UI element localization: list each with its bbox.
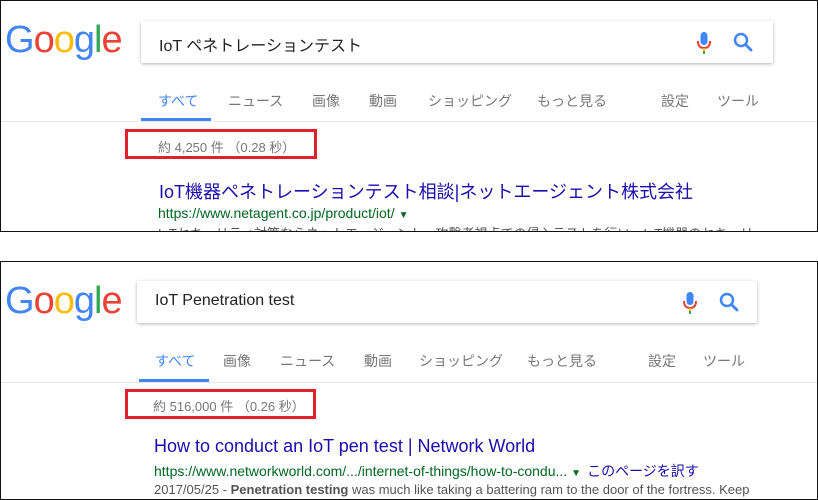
tab-images[interactable]: 画像 bbox=[223, 351, 251, 371]
tab-all[interactable]: すべて bbox=[158, 91, 198, 111]
logo-letter: G bbox=[5, 280, 35, 322]
logo-letter: o bbox=[53, 19, 75, 61]
snippet-text: was much like taking a battering ram to … bbox=[348, 482, 750, 497]
search-icon[interactable] bbox=[733, 32, 753, 52]
logo-letter: G bbox=[5, 19, 35, 61]
google-logo[interactable]: Google bbox=[5, 280, 123, 323]
tab-settings[interactable]: 設定 bbox=[661, 91, 689, 111]
result-url: https://www.netagent.co.jp/product/iot/ bbox=[158, 205, 395, 221]
logo-letter: l bbox=[93, 280, 103, 322]
logo-letter: l bbox=[93, 19, 103, 61]
logo-letter: g bbox=[73, 280, 95, 322]
result-date: 2017/05/25 bbox=[154, 482, 220, 497]
microphone-icon[interactable] bbox=[683, 292, 697, 314]
tab-shopping[interactable]: ショッピング bbox=[419, 351, 503, 371]
tab-more[interactable]: もっと見る bbox=[537, 91, 607, 111]
result-title-link[interactable]: How to conduct an IoT pen test | Network… bbox=[154, 436, 535, 457]
logo-letter: e bbox=[101, 280, 122, 322]
caret-down-icon[interactable]: ▼ bbox=[571, 468, 581, 479]
search-results-panel-japanese: Google IoT ペネトレーションテスト すべて ニュース 画像 動画 ショ… bbox=[0, 0, 818, 232]
result-snippet: IoTセキュリティ対策ならネットエージェント。攻撃者視点での侵入テストを行い、I… bbox=[158, 223, 753, 231]
highlight-box bbox=[125, 389, 316, 419]
result-snippet: 2017/05/25 - Penetration testing was muc… bbox=[154, 482, 750, 497]
tab-images[interactable]: 画像 bbox=[312, 91, 340, 111]
result-title-link[interactable]: IoT機器ペネトレーションテスト相談|ネットエージェント株式会社 bbox=[159, 178, 693, 204]
logo-letter: g bbox=[73, 19, 95, 61]
search-input[interactable]: IoT Penetration test bbox=[155, 292, 294, 310]
translate-link[interactable]: このページを訳す bbox=[587, 463, 699, 479]
result-url-line: https://www.networkworld.com/.../interne… bbox=[154, 461, 699, 481]
tab-tools[interactable]: ツール bbox=[703, 351, 745, 371]
tab-videos[interactable]: 動画 bbox=[369, 91, 397, 111]
logo-letter: o bbox=[33, 280, 55, 322]
highlight-box bbox=[125, 129, 317, 159]
tab-videos[interactable]: 動画 bbox=[364, 351, 392, 371]
snippet-bold: Penetration testing bbox=[230, 482, 349, 497]
search-box[interactable]: IoT Penetration test bbox=[137, 281, 757, 323]
google-logo[interactable]: Google bbox=[5, 19, 123, 62]
tab-news[interactable]: ニュース bbox=[228, 91, 283, 111]
tab-tools[interactable]: ツール bbox=[717, 91, 759, 111]
tab-news[interactable]: ニュース bbox=[280, 351, 335, 371]
result-url-line: https://www.netagent.co.jp/product/iot/ ▼ bbox=[158, 205, 408, 221]
microphone-icon[interactable] bbox=[697, 32, 711, 54]
tabs-divider bbox=[1, 382, 817, 383]
tabs-divider bbox=[1, 121, 817, 122]
logo-letter: o bbox=[53, 280, 75, 322]
result-url: https://www.networkworld.com/.../interne… bbox=[154, 463, 568, 479]
search-input[interactable]: IoT ペネトレーションテスト bbox=[159, 32, 362, 56]
tab-all[interactable]: すべて bbox=[155, 351, 195, 371]
tab-settings[interactable]: 設定 bbox=[648, 351, 676, 371]
search-box[interactable]: IoT ペネトレーションテスト bbox=[141, 21, 773, 63]
search-results-panel-english: Google IoT Penetration test すべて 画像 ニュース … bbox=[0, 261, 818, 500]
search-icon[interactable] bbox=[719, 292, 739, 312]
logo-letter: e bbox=[101, 19, 122, 61]
tab-shopping[interactable]: ショッピング bbox=[428, 91, 512, 111]
caret-down-icon[interactable]: ▼ bbox=[399, 210, 409, 221]
logo-letter: o bbox=[33, 19, 55, 61]
tab-more[interactable]: もっと見る bbox=[527, 351, 597, 371]
